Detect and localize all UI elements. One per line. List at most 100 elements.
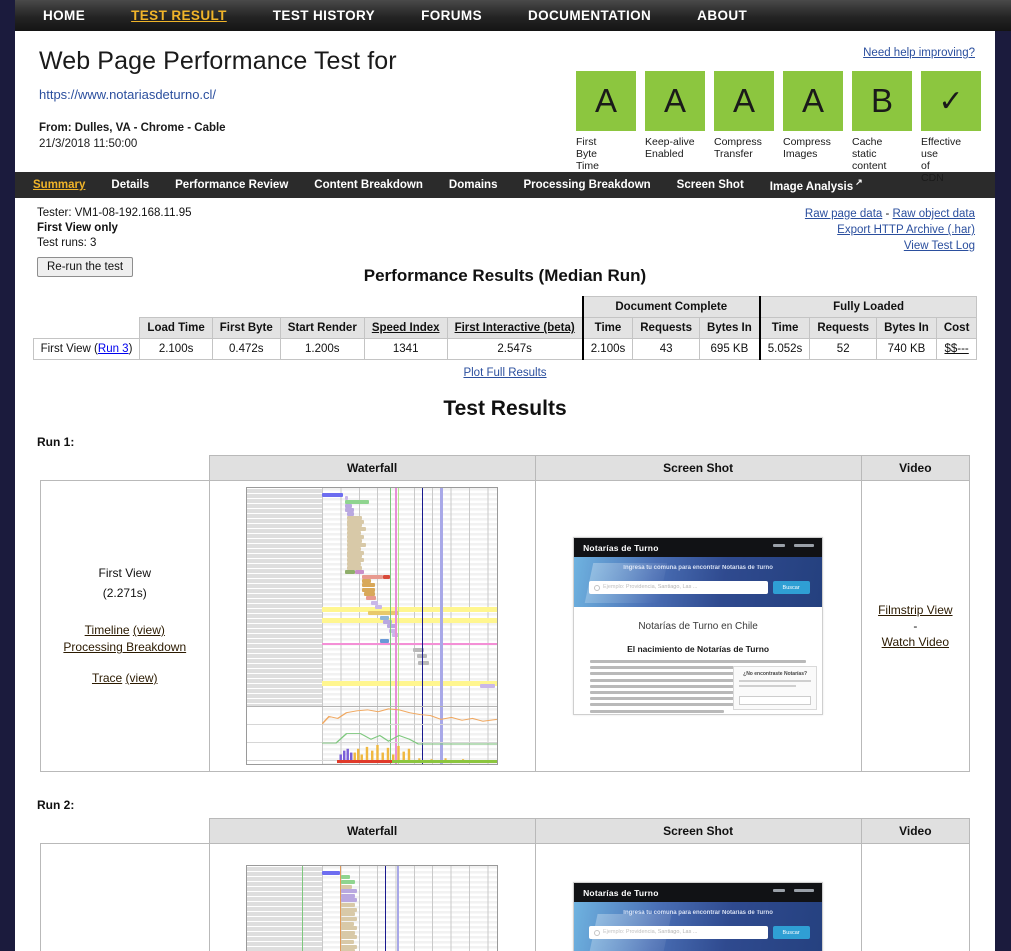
screenshot-heading-2: El nacimiento de Notarías de Turno: [627, 644, 770, 654]
run-1-timeline-link[interactable]: Timeline: [85, 623, 130, 637]
waterfall-onload-line: [384, 866, 386, 951]
cell-cost[interactable]: $$---: [935, 338, 978, 360]
re-run-test-button[interactable]: Re-run the test: [37, 257, 134, 277]
run-1-header-waterfall: Waterfall: [208, 455, 536, 481]
topnav-item-home[interactable]: HOME: [43, 8, 85, 23]
run-1-timeline-row: Timeline (view): [45, 622, 205, 639]
run-3-link[interactable]: Run 3: [98, 343, 129, 355]
topnav-item-documentation[interactable]: DOCUMENTATION: [528, 8, 651, 23]
run-2-table: Waterfall Screen Shot Video First View (…: [40, 818, 971, 951]
run-2-screenshot-cell[interactable]: Notarías de Turno Ingresa tu comuna para…: [534, 843, 862, 951]
grade-value: A: [714, 71, 774, 131]
run-1-header-spacer: [40, 455, 210, 481]
run-1-watch-video-link[interactable]: Watch Video: [882, 635, 949, 649]
topnav-item-forums[interactable]: FORUMS: [421, 8, 482, 23]
topnav-item-test-result[interactable]: TEST RESULT: [131, 8, 227, 23]
waterfall-fully-loaded-line: [397, 866, 400, 951]
topnav-item-test-history[interactable]: TEST HISTORY: [273, 8, 375, 23]
raw-data-line: Raw page data - Raw object data: [805, 206, 975, 222]
run-2-label: Run 2:: [37, 798, 75, 812]
screenshot-search-button: Buscar: [772, 926, 810, 939]
screenshot-site-brand: Notarías de Turno: [583, 887, 659, 898]
row-label-suffix: ): [128, 343, 133, 355]
column-header-first-interactive-label: First Interactive (beta): [454, 322, 575, 334]
screenshot-site-brand: Notarías de Turno: [583, 542, 659, 553]
run-1-trace-link[interactable]: Trace: [92, 671, 122, 685]
cell-fl-requests: 52: [809, 338, 878, 360]
run-1-video-separator: -: [913, 619, 918, 633]
screenshot-thumbnail[interactable]: Notarías de Turno Ingresa tu comuna para…: [573, 882, 824, 951]
run-1-header-row: Waterfall Screen Shot Video: [40, 455, 971, 481]
export-har-link[interactable]: Export HTTP Archive (.har): [837, 224, 975, 236]
grade-value: A: [645, 71, 705, 131]
group-header-spacer: [33, 296, 140, 318]
tab-performance-review[interactable]: Performance Review: [175, 179, 288, 191]
group-header-spacer: [212, 296, 281, 318]
waterfall-thumbnail[interactable]: [246, 487, 499, 765]
run-2-waterfall-cell[interactable]: [208, 843, 536, 951]
run-1-screenshot-cell[interactable]: Notarías de Turno Ingresa tu comuna para…: [534, 480, 862, 772]
tab-details[interactable]: Details: [111, 179, 149, 191]
grade-keep-alive-enabled[interactable]: A Keep-alive Enabled: [645, 71, 705, 184]
column-header-cost: Cost: [935, 317, 978, 339]
grade-compress-transfer[interactable]: A Compress Transfer: [714, 71, 774, 184]
grade-first-byte-time[interactable]: A First Byte Time: [576, 71, 636, 184]
test-results-title: Test Results: [443, 397, 567, 420]
run-2-header-waterfall: Waterfall: [208, 818, 536, 844]
view-test-log-link[interactable]: View Test Log: [904, 240, 975, 252]
tested-url-link[interactable]: https://www.notariasdeturno.cl/: [39, 87, 216, 102]
run-1-trace-view-link[interactable]: (view): [126, 671, 158, 685]
need-help-improving-link[interactable]: Need help improving?: [863, 47, 975, 59]
top-navigation-bar: HOME TEST RESULT TEST HISTORY FORUMS DOC…: [15, 0, 1011, 31]
waterfall-red-footbar: [337, 760, 393, 763]
run-1-header-screenshot: Screen Shot: [534, 455, 862, 481]
cell-dc-requests: 43: [632, 338, 701, 360]
run-1-trace-row: Trace (view): [45, 670, 205, 687]
grade-label: Keep-alive Enabled: [645, 136, 695, 160]
performance-results-table: Document Complete Fully Loaded Load Time…: [32, 296, 978, 360]
cost-value: $$---: [944, 343, 969, 355]
raw-page-data-link[interactable]: Raw page data: [805, 208, 882, 220]
column-header-first-interactive[interactable]: First Interactive (beta): [446, 317, 584, 339]
run-1-timeline-view-link[interactable]: (view): [133, 623, 165, 637]
grade-effective-use-of-cdn[interactable]: ✓ Effective use of CDN: [921, 71, 981, 184]
screenshot-search-field: Ejemplo: Providencia, Santiago, Las ...: [588, 926, 768, 939]
grade-value: B: [852, 71, 912, 131]
screenshot-hero-text: Ingresa tu comuna para encontrar Notaría…: [623, 910, 773, 916]
waterfall-start-render-line: [302, 866, 304, 951]
screenshot-hero: Ingresa tu comuna para encontrar Notaría…: [574, 557, 823, 607]
column-header-dc-requests: Requests: [632, 317, 701, 339]
cell-start-render: 1.200s: [279, 338, 365, 360]
column-header-dc-time: Time: [581, 317, 634, 339]
run-1-first-view-time: (2.271s): [102, 586, 147, 600]
screenshot-body: Notarías de Turno en Chile El nacimiento…: [574, 607, 823, 714]
grade-cache-static-content[interactable]: B Cache static content: [852, 71, 912, 184]
performance-results-wrap: Document Complete Fully Loaded Load Time…: [15, 296, 995, 381]
plot-full-results-link[interactable]: Plot Full Results: [463, 367, 546, 379]
tab-summary[interactable]: Summary: [33, 179, 85, 191]
run-1-processing-breakdown-link[interactable]: Processing Breakdown: [63, 640, 186, 654]
run-1-header-video: Video: [860, 455, 971, 481]
column-header-speed-index[interactable]: Speed Index: [363, 317, 448, 339]
screenshot-thumbnail[interactable]: Notarías de Turno Ingresa tu comuna para…: [573, 537, 824, 715]
column-header-dc-bytes-in: Bytes In: [699, 317, 761, 339]
topnav-item-about[interactable]: ABOUT: [697, 8, 747, 23]
raw-object-data-link[interactable]: Raw object data: [893, 208, 975, 220]
grade-label: Compress Images: [783, 136, 831, 160]
grade-compress-images[interactable]: A Compress Images: [783, 71, 843, 184]
tab-content-breakdown[interactable]: Content Breakdown: [314, 179, 423, 191]
screenshot-site-header: Notarías de Turno: [574, 538, 823, 557]
screenshot-search-placeholder: Ejemplo: Providencia, Santiago, Las ...: [602, 584, 698, 590]
waterfall-thumbnail[interactable]: [246, 865, 499, 951]
tab-domains[interactable]: Domains: [449, 179, 498, 191]
cell-dc-bytes-in: 695 KB: [699, 338, 761, 360]
cell-load-time: 2.100s: [139, 338, 213, 360]
run-1-first-view-cell: First View (2.271s) Timeline (view) Proc…: [40, 480, 210, 772]
run-2-video-cell: [860, 843, 971, 951]
group-header-document-complete: Document Complete: [581, 296, 761, 318]
waterfall-request-labels: [247, 866, 323, 951]
run-1-waterfall-cell[interactable]: [208, 480, 536, 772]
run-2-header-row: Waterfall Screen Shot Video: [40, 818, 971, 844]
run-1-filmstrip-view-link[interactable]: Filmstrip View: [878, 603, 952, 617]
cell-fl-time: 5.052s: [759, 338, 811, 360]
